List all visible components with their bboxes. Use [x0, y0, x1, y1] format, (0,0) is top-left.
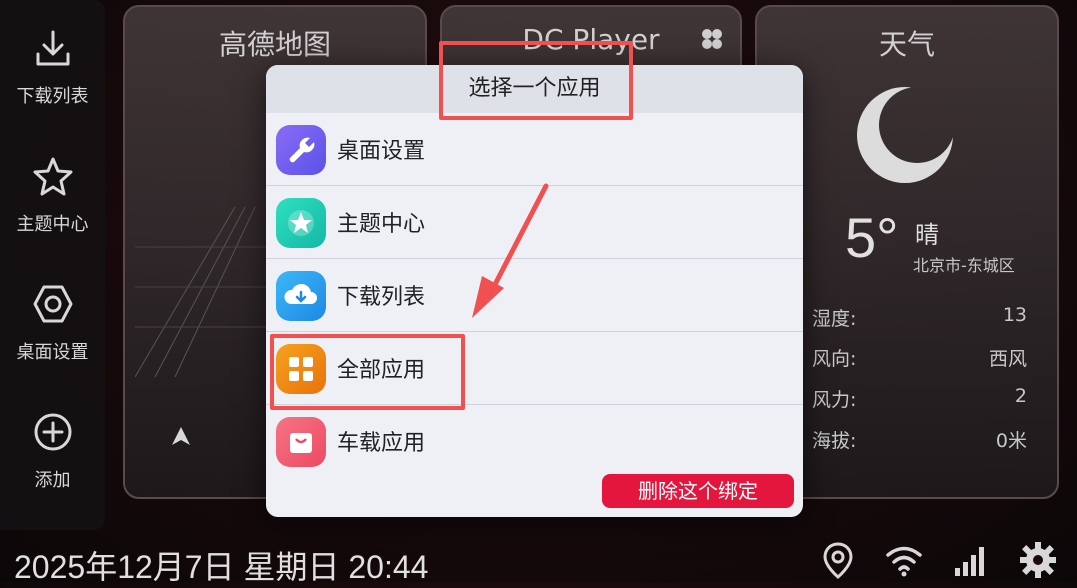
settings-gear-icon[interactable] [1018, 540, 1058, 580]
weather-condition: 晴 [915, 221, 939, 249]
star-icon [33, 157, 72, 196]
weather-row-humidity: 湿度: 13 [812, 304, 1027, 331]
weather-row-altitude: 海拔: 0米 [812, 426, 1027, 453]
sidebar-item-download[interactable]: 下载列表 [0, 26, 105, 108]
sidebar-item-label: 桌面设置 [16, 342, 89, 363]
sidebar: 下载列表 主题中心 桌面设置 添加 [0, 0, 105, 530]
app-item-desktop-settings[interactable]: 桌面设置 [266, 113, 803, 186]
cloud-download-icon [276, 271, 326, 321]
location-icon[interactable] [818, 540, 858, 580]
app-item-label: 主题中心 [337, 212, 426, 237]
shopping-bag-icon [276, 417, 326, 467]
annotation-arrow [472, 183, 549, 318]
moon-icon [857, 87, 953, 183]
app-item-label: 桌面设置 [337, 139, 426, 164]
sidebar-item-desktop-settings[interactable]: 桌面设置 [0, 282, 105, 364]
sidebar-item-theme[interactable]: 主题中心 [0, 154, 105, 236]
grid-icon [276, 344, 326, 394]
weather-row-value: 2 [1014, 385, 1027, 407]
app-item-label: 全部应用 [337, 358, 426, 383]
add-circle-icon [34, 413, 71, 451]
sidebar-item-label: 下载列表 [16, 86, 89, 107]
weather-row-label: 风向: [812, 348, 857, 370]
navigation-arrow-icon[interactable] [169, 425, 193, 447]
weather-row-value: 0米 [995, 430, 1027, 452]
weather-location: 北京市-东城区 [913, 256, 1015, 275]
weather-row-label: 湿度: [812, 308, 857, 330]
wrench-icon [276, 125, 326, 175]
dialog-title: 选择一个应用 [266, 65, 803, 113]
map-card-title: 高德地图 [218, 28, 331, 61]
weather-temperature: 5° [845, 206, 899, 269]
weather-row-label: 风力: [812, 389, 857, 411]
weather-row-label: 海拔: [812, 430, 857, 452]
download-icon [36, 30, 69, 66]
fan-icon [702, 29, 722, 49]
sidebar-item-label: 添加 [34, 470, 71, 491]
road-grid-graphic [135, 206, 275, 378]
app-item-label: 车载应用 [337, 431, 426, 456]
weather-row-value: 13 [1002, 304, 1027, 326]
wifi-icon[interactable] [884, 540, 924, 580]
hexagon-settings-icon [33, 285, 72, 323]
signal-icon [955, 547, 984, 576]
weather-row-wind-direction: 风向: 西风 [812, 344, 1027, 371]
weather-row-value: 西风 [988, 348, 1027, 370]
player-card-title: DC Player [522, 23, 660, 56]
delete-binding-button[interactable]: 删除这个绑定 [602, 474, 794, 508]
sidebar-item-label: 主题中心 [16, 214, 89, 235]
app-item-all-apps[interactable]: 全部应用 [266, 332, 803, 405]
weather-card-title: 天气 [878, 28, 935, 61]
weather-row-wind-force: 风力: 2 [812, 385, 1027, 412]
star-icon [276, 198, 326, 248]
sidebar-item-add[interactable]: 添加 [0, 410, 105, 492]
app-item-label: 下载列表 [337, 285, 426, 310]
date-time: 2025年12月7日 星期日 20:44 [14, 549, 429, 585]
app-item-car-apps[interactable]: 车载应用 [266, 405, 803, 477]
